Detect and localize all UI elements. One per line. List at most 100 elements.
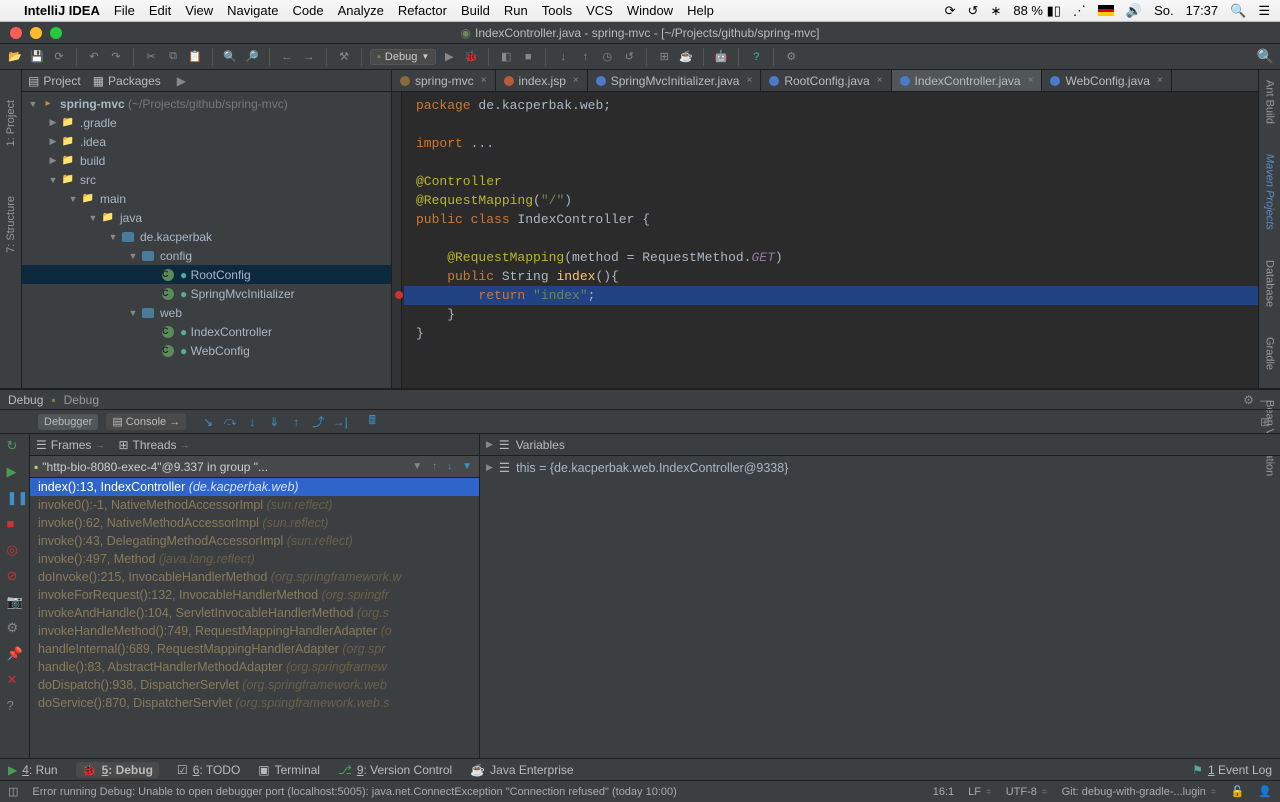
- tree-java[interactable]: ▼📁java: [22, 208, 391, 227]
- menu-run[interactable]: Run: [504, 3, 528, 18]
- step-into-icon[interactable]: ↓: [244, 414, 260, 430]
- stack-frame[interactable]: invoke():43, DelegatingMethodAccessorImp…: [30, 532, 479, 550]
- evaluate-icon[interactable]: 🖩: [364, 414, 380, 430]
- drop-frame-icon[interactable]: ⤴: [310, 414, 326, 430]
- settings-icon[interactable]: ⚙: [1243, 393, 1254, 407]
- stop-icon[interactable]: ■: [519, 48, 537, 66]
- menu-window[interactable]: Window: [627, 3, 673, 18]
- git-branch[interactable]: Git: debug-with-gradle-...lugin≑: [1062, 786, 1217, 798]
- code-editor[interactable]: package de.kacperbak.web; import ... @Co…: [392, 92, 1258, 388]
- stack-frame[interactable]: invoke():497, Method (java.lang.reflect): [30, 550, 479, 568]
- vars-arrow-icon[interactable]: ▶: [486, 439, 493, 450]
- tab-spring-mvc[interactable]: spring-mvc×: [392, 70, 496, 91]
- tree-config[interactable]: ▼config: [22, 246, 391, 265]
- tool-windows-icon[interactable]: ◫: [8, 785, 18, 798]
- volume-icon[interactable]: 🔊: [1126, 3, 1142, 19]
- stack-frame[interactable]: doInvoke():215, InvocableHandlerMethod (…: [30, 568, 479, 586]
- structure-icon[interactable]: ⊞: [655, 48, 673, 66]
- cut-icon[interactable]: ✂: [142, 48, 160, 66]
- sync-icon[interactable]: ⟳: [945, 3, 956, 19]
- help-icon[interactable]: ?: [7, 698, 23, 714]
- pause-icon[interactable]: ❚❚: [7, 490, 23, 506]
- stack-frame[interactable]: invokeHandleMethod():749, RequestMapping…: [30, 622, 479, 640]
- tree-gradle[interactable]: ▶📁.gradle: [22, 113, 391, 132]
- tab-webconfig[interactable]: WebConfig.java×: [1042, 70, 1171, 91]
- notification-icon[interactable]: ☰: [1258, 3, 1270, 19]
- tree-webconfig[interactable]: C● WebConfig: [22, 341, 391, 360]
- menu-file[interactable]: File: [114, 3, 135, 18]
- sdk-icon[interactable]: ☕: [677, 48, 695, 66]
- search-everywhere-icon[interactable]: 🔍: [1257, 48, 1274, 65]
- menu-refactor[interactable]: Refactor: [398, 3, 447, 18]
- close-icon[interactable]: ×: [877, 75, 883, 86]
- filter-icon[interactable]: ▼: [459, 461, 475, 472]
- tree-build[interactable]: ▶📁build: [22, 151, 391, 170]
- menu-navigate[interactable]: Navigate: [227, 3, 278, 18]
- debug-icon[interactable]: 🐞: [462, 48, 480, 66]
- stack-frame[interactable]: doService():870, DispatcherServlet (org.…: [30, 694, 479, 712]
- packages-tab[interactable]: ▦ Packages: [93, 74, 161, 88]
- sync-icon[interactable]: ⟳: [50, 48, 68, 66]
- restore-layout-icon[interactable]: ⊞: [1260, 415, 1270, 429]
- tool-event-log[interactable]: ⚑1 Event Log: [1192, 763, 1272, 777]
- variable-row[interactable]: ▶☰this = {de.kacperbak.web.IndexControll…: [486, 460, 1274, 475]
- tree-web[interactable]: ▼web: [22, 303, 391, 322]
- app-name[interactable]: IntelliJ IDEA: [24, 3, 100, 18]
- open-icon[interactable]: 📂: [6, 48, 24, 66]
- readonly-lock-icon[interactable]: 🔓: [1231, 785, 1245, 798]
- hector-icon[interactable]: 👤: [1258, 785, 1272, 798]
- settings-icon[interactable]: ⚙: [782, 48, 800, 66]
- tool-maven[interactable]: Maven Projects: [1264, 154, 1276, 230]
- redo-icon[interactable]: ↷: [107, 48, 125, 66]
- stack-frame[interactable]: index():13, IndexController (de.kacperba…: [30, 478, 479, 496]
- tab-more-icon[interactable]: ▶: [177, 74, 186, 88]
- tool-structure[interactable]: 7: Structure: [5, 196, 17, 253]
- close-window-button[interactable]: [10, 27, 22, 39]
- show-execution-icon[interactable]: ↘: [200, 414, 216, 430]
- tree-springinit[interactable]: C● SpringMvcInitializer: [22, 284, 391, 303]
- save-icon[interactable]: 💾: [28, 48, 46, 66]
- clock-time[interactable]: 17:37: [1186, 3, 1219, 18]
- file-encoding[interactable]: UTF-8≑: [1006, 786, 1048, 798]
- tree-src[interactable]: ▼📁src: [22, 170, 391, 189]
- vcs-history-icon[interactable]: ◷: [598, 48, 616, 66]
- undo-icon[interactable]: ↶: [85, 48, 103, 66]
- tab-indexcontroller[interactable]: IndexController.java×: [892, 70, 1043, 91]
- pin-icon[interactable]: 📌: [7, 646, 23, 662]
- project-tree[interactable]: ▼▸spring-mvc (~/Projects/github/spring-m…: [22, 92, 391, 388]
- dump-icon[interactable]: 📷: [7, 594, 23, 610]
- stack-frame[interactable]: handle():83, AbstractHandlerMethodAdapte…: [30, 658, 479, 676]
- tree-idea[interactable]: ▶📁.idea: [22, 132, 391, 151]
- close-icon[interactable]: ×: [1028, 75, 1034, 86]
- close-icon[interactable]: ×: [1157, 75, 1163, 86]
- stack-frame[interactable]: invoke0():-1, NativeMethodAccessorImpl (…: [30, 496, 479, 514]
- dropdown-icon[interactable]: ▼: [409, 461, 425, 472]
- tab-springinit[interactable]: SpringMvcInitializer.java×: [588, 70, 762, 91]
- tool-debug[interactable]: 🐞5: Debug: [76, 762, 159, 778]
- minimize-icon[interactable]: —: [1260, 393, 1272, 407]
- caret-position[interactable]: 16:1: [933, 786, 954, 798]
- tree-indexctrl[interactable]: C● IndexController: [22, 322, 391, 341]
- zoom-window-button[interactable]: [50, 27, 62, 39]
- close-icon[interactable]: ×: [481, 75, 487, 86]
- tool-java-ee[interactable]: ☕Java Enterprise: [470, 763, 573, 777]
- vcs-revert-icon[interactable]: ↺: [620, 48, 638, 66]
- tool-database[interactable]: Database: [1264, 260, 1276, 307]
- run-to-cursor-icon[interactable]: →|: [332, 414, 348, 430]
- tool-ant[interactable]: Ant Build: [1264, 80, 1276, 124]
- project-tab[interactable]: ▤ Project: [28, 74, 81, 88]
- find-icon[interactable]: 🔍: [221, 48, 239, 66]
- stack-frame[interactable]: invokeAndHandle():104, ServletInvocableH…: [30, 604, 479, 622]
- bluetooth-icon[interactable]: ∗: [990, 3, 1001, 19]
- vcs-update-icon[interactable]: ↓: [554, 48, 572, 66]
- android-icon[interactable]: 🤖: [712, 48, 730, 66]
- time-machine-icon[interactable]: ↺: [968, 3, 979, 19]
- tool-vcs[interactable]: ⎇9: Version Control: [338, 763, 452, 777]
- coverage-icon[interactable]: ◧: [497, 48, 515, 66]
- stack-frame[interactable]: doDispatch():938, DispatcherServlet (org…: [30, 676, 479, 694]
- stop-icon[interactable]: ■: [7, 516, 23, 532]
- tab-index-jsp[interactable]: index.jsp×: [496, 70, 588, 91]
- spotlight-icon[interactable]: 🔍: [1230, 3, 1246, 19]
- menu-help[interactable]: Help: [687, 3, 714, 18]
- tree-pkg[interactable]: ▼de.kacperbak: [22, 227, 391, 246]
